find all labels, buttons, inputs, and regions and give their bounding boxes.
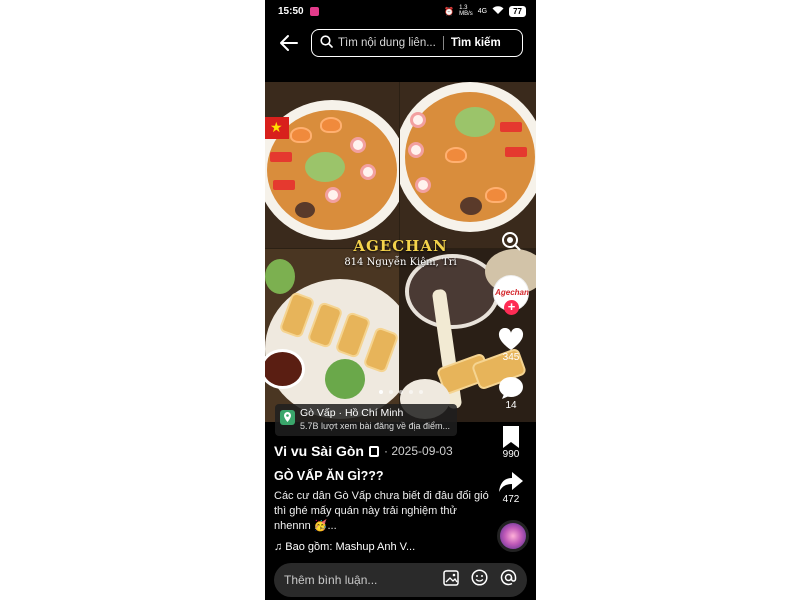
comment-bar[interactable]: Thêm bình luận... <box>274 563 527 597</box>
post-date: · 2025-09-03 <box>384 444 453 458</box>
comment-count: 14 <box>505 400 517 411</box>
post-headline: GÒ VẤP ĂN GÌ??? <box>274 469 384 483</box>
search-input[interactable]: Tìm nội dung liên... <box>338 37 436 49</box>
phone-screen: 15:50 ⏰ 1.3 MB/s 4G 77 Tìm nội dung liên… <box>265 0 536 600</box>
search-divider <box>442 36 444 50</box>
battery-indicator: 77 <box>509 5 526 17</box>
pager-dot-active <box>378 390 383 394</box>
follow-button[interactable]: + <box>504 300 519 315</box>
post-caption: Vi vu Sài Gòn · 2025-09-03 GÒ VẤP ĂN GÌ?… <box>274 443 489 553</box>
vietnam-flag-icon: ★ <box>265 117 289 139</box>
share-button[interactable]: 472 <box>491 470 531 505</box>
avatar-label: Agechan <box>495 288 529 297</box>
share-count: 472 <box>502 494 520 505</box>
like-button[interactable]: 345 <box>491 328 531 363</box>
heart-icon <box>498 328 524 350</box>
collab-icon <box>369 445 379 457</box>
food-photo-top-right <box>400 82 536 248</box>
pager-dot <box>388 390 393 394</box>
mention-icon[interactable] <box>500 569 517 591</box>
status-time: 15:50 <box>278 5 304 17</box>
search-header: Tìm nội dung liên... Tìm kiếm <box>265 26 536 60</box>
sound-label[interactable]: ♫ Bao gồm: Mashup Anh V... <box>274 541 489 553</box>
emoji-icon[interactable] <box>471 569 488 591</box>
signal-label: 4G <box>477 7 488 15</box>
save-count: 990 <box>502 449 520 460</box>
wifi-icon <box>492 5 504 17</box>
back-arrow-icon[interactable] <box>277 31 301 55</box>
pager-dot <box>398 390 403 394</box>
food-photo-top-left <box>265 82 399 248</box>
comment-tools <box>443 569 517 591</box>
save-button[interactable]: 990 <box>491 425 531 460</box>
location-name: Gò Vấp · Hồ Chí Minh <box>300 407 404 419</box>
status-bar: 15:50 ⏰ 1.3 MB/s 4G 77 <box>265 0 536 22</box>
pager-dot <box>418 390 423 394</box>
pager-dot <box>408 390 413 394</box>
search-submit-button[interactable]: Tìm kiếm <box>451 37 501 49</box>
post-address: 814 Nguyễn Kiệm, Tri <box>344 257 457 268</box>
image-icon[interactable] <box>443 569 459 591</box>
like-count: 345 <box>502 352 520 363</box>
author-name[interactable]: Vi vu Sài Gòn <box>274 443 364 459</box>
location-chip[interactable]: Gò Vấp · Hồ Chí Minh 5.7B lượt xem bài đ… <box>275 404 457 436</box>
bookmark-icon <box>503 426 519 448</box>
search-box[interactable]: Tìm nội dung liên... Tìm kiếm <box>311 29 523 57</box>
author-row: Vi vu Sài Gòn · 2025-09-03 <box>274 443 489 459</box>
status-icons: ⏰ 1.3 MB/s 4G 77 <box>444 5 526 17</box>
post-description[interactable]: Các cư dân Gò Vấp chưa biết đi đâu đổi g… <box>274 489 489 534</box>
share-arrow-icon <box>499 472 523 492</box>
location-pin-icon <box>280 410 295 425</box>
location-views: 5.7B lượt xem bài đăng về địa điểm... <box>300 421 451 431</box>
app-notification-icon <box>309 6 319 16</box>
comment-icon <box>499 377 523 399</box>
network-speed: 1.3 MB/s <box>459 5 473 17</box>
music-disc-icon[interactable] <box>497 520 529 552</box>
alarm-icon: ⏰ <box>444 6 455 16</box>
search-icon <box>320 35 333 51</box>
comment-input[interactable]: Thêm bình luận... <box>284 573 377 587</box>
lens-search-icon[interactable] <box>491 230 531 252</box>
post-image-carousel[interactable]: ★ AGECHAN 814 Nguyễn Kiệm, Tri <box>265 82 536 422</box>
food-photo-bottom-left <box>265 249 399 422</box>
comment-button[interactable]: 14 <box>491 376 531 411</box>
